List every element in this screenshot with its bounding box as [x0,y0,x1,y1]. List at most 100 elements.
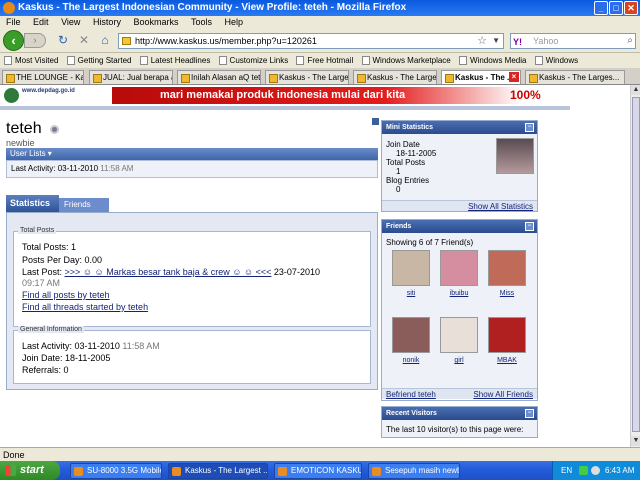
bookmark-star-icon[interactable]: ☆ [477,34,487,48]
stop-icon[interactable]: ✕ [77,33,91,47]
navbar-strip [0,106,570,110]
close-tab-icon[interactable]: × [509,72,519,82]
befriend-link[interactable]: Befriend teteh [386,389,436,400]
menu-history[interactable]: History [93,17,121,27]
collapse-icon[interactable] [372,118,379,125]
status-text: Done [3,450,25,460]
collapse-icon[interactable]: − [525,123,534,132]
friend-name-link[interactable]: MBAK [488,357,526,364]
bookmark-item[interactable]: Getting Started [66,53,131,68]
taskbar-item[interactable]: EMOTICON KASKUS - ... [274,463,362,479]
menu-tools[interactable]: Tools [191,17,212,27]
recent-visitors-header: Recent Visitors − [382,407,537,420]
scroll-up-icon[interactable]: ▲ [631,85,640,95]
volume-icon[interactable] [591,466,600,475]
maximize-button[interactable]: □ [609,1,623,15]
browser-tab-strip: THE LOUNGE - Kask... JUAL: Jual berapa a… [0,68,640,85]
find-all-threads-link[interactable]: Find all threads started by teteh [22,302,148,312]
url-text: http://www.kaskus.us/member.php?u=120261 [135,36,317,46]
menu-help[interactable]: Help [225,17,244,27]
url-dropdown-icon[interactable]: ▼ [492,34,500,48]
bookmark-item[interactable]: Windows [534,53,578,68]
browser-tab[interactable]: Kaskus - The Larges... [265,70,349,84]
mini-statistics-footer: Show All Statistics [382,200,537,211]
close-button[interactable]: ✕ [624,1,638,15]
browser-tab[interactable]: Inilah Alasan aQ tet... [177,70,261,84]
bookmark-icon [361,56,370,65]
search-go-icon[interactable]: ⌕ [627,34,633,48]
show-all-statistics-link[interactable]: Show All Statistics [468,201,533,212]
scrollbar-thumb[interactable] [632,97,640,432]
forward-arrow-icon[interactable]: › [24,33,46,48]
home-icon[interactable]: ⌂ [98,33,112,47]
start-button[interactable]: start [0,461,60,480]
system-tray: EN 6:43 AM [552,461,640,480]
bookmark-item[interactable]: Customize Links [218,53,288,68]
user-lists-dropdown[interactable]: User Lists ▾ [6,148,378,160]
last-post-link[interactable]: >>> ☺ ☺ Markas besar tank baja & crew ☺ … [65,267,272,277]
menu-view[interactable]: View [61,17,80,27]
friend-avatar[interactable] [440,317,478,353]
ad-banner[interactable]: www.depdag.go.id mari memakai produk ind… [0,85,570,106]
friend-avatar[interactable] [488,317,526,353]
menu-edit[interactable]: Edit [33,17,49,27]
general-info-fieldset: General Information Last Activity: 03-11… [13,326,371,384]
taskbar-item-active[interactable]: Kaskus - The Largest ... [168,463,268,479]
minimize-button[interactable]: _ [594,1,608,15]
show-all-friends-link[interactable]: Show All Friends [473,389,533,400]
recent-visitors-body: The last 10 visitor(s) to this page were… [382,420,537,437]
browser-tab[interactable]: THE LOUNGE - Kask... [2,70,84,84]
search-placeholder: Yahoo [533,36,559,46]
address-bar[interactable]: http://www.kaskus.us/member.php?u=120261… [118,33,504,49]
bookmarks-toolbar: Most Visited Getting Started Latest Head… [0,53,640,68]
friend-avatar[interactable] [392,250,430,286]
friend-avatar[interactable] [488,250,526,286]
friend-avatar[interactable] [440,250,478,286]
depdag-logo: www.depdag.go.id [4,87,119,104]
find-all-posts-link[interactable]: Find all posts by teteh [22,290,110,300]
friend-name-link[interactable]: ibuibu [440,290,478,297]
taskbar-item[interactable]: SU-8000 3.5G Mobile ... [70,463,162,479]
menu-bookmarks[interactable]: Bookmarks [133,17,178,27]
bookmark-item[interactable]: Windows Marketplace [361,53,451,68]
menu-file[interactable]: File [6,17,21,27]
bookmark-item[interactable]: Free Hotmail [296,53,353,68]
friend-name-link[interactable]: Miss [488,290,526,297]
status-bar: Done [0,447,640,461]
bookmark-icon [218,56,227,65]
rss-icon [139,56,148,65]
network-icon[interactable] [579,466,588,475]
bookmark-icon [534,56,543,65]
friend-name-link[interactable]: nonik [392,357,430,364]
bookmark-item[interactable]: Windows Media [458,53,526,68]
tab-statistics[interactable]: Statistics [6,195,59,212]
yahoo-icon: Y! [513,37,522,47]
collapse-icon[interactable]: − [525,222,534,231]
browser-tab-active[interactable]: Kaskus - The ... × [441,70,521,84]
user-title: newbie [6,138,35,148]
browser-tab[interactable]: Kaskus - The Larges... [525,70,625,84]
bookmark-item[interactable]: Latest Headlines [139,53,210,68]
last-post-row: Last Post: >>> ☺ ☺ Markas besar tank baj… [22,267,320,277]
total-posts-fieldset: Total Posts Total Posts: 1 Posts Per Day… [13,227,371,327]
banner-badge: 100% [510,88,541,102]
profile-username: teteh [6,120,42,137]
bookmark-item[interactable]: Most Visited [4,53,58,68]
browser-tab[interactable]: JUAL: Jual berapa a... [89,70,173,84]
vertical-scrollbar[interactable]: ▲ ▼ [630,85,640,447]
friends-header: Friends − [382,220,537,233]
friend-avatar[interactable] [392,317,430,353]
back-arrow-icon[interactable]: ‹ [3,30,24,51]
friends-footer: Befriend teteh Show All Friends [382,388,537,399]
window-title: Kaskus - The Largest Indonesian Communit… [18,2,407,13]
search-input[interactable]: Y! Yahoo ⌕ [510,33,636,49]
browser-tab[interactable]: Kaskus - The Larges... [353,70,437,84]
scroll-down-icon[interactable]: ▼ [631,436,640,446]
tab-friends[interactable]: Friends [59,198,109,212]
language-indicator[interactable]: EN [561,461,572,480]
friend-name-link[interactable]: girl [440,357,478,364]
taskbar-item[interactable]: Sesepuh masih newbi... [368,463,460,479]
friend-name-link[interactable]: siti [392,290,430,297]
reload-icon[interactable]: ↻ [56,33,70,47]
collapse-icon[interactable]: − [525,409,534,418]
